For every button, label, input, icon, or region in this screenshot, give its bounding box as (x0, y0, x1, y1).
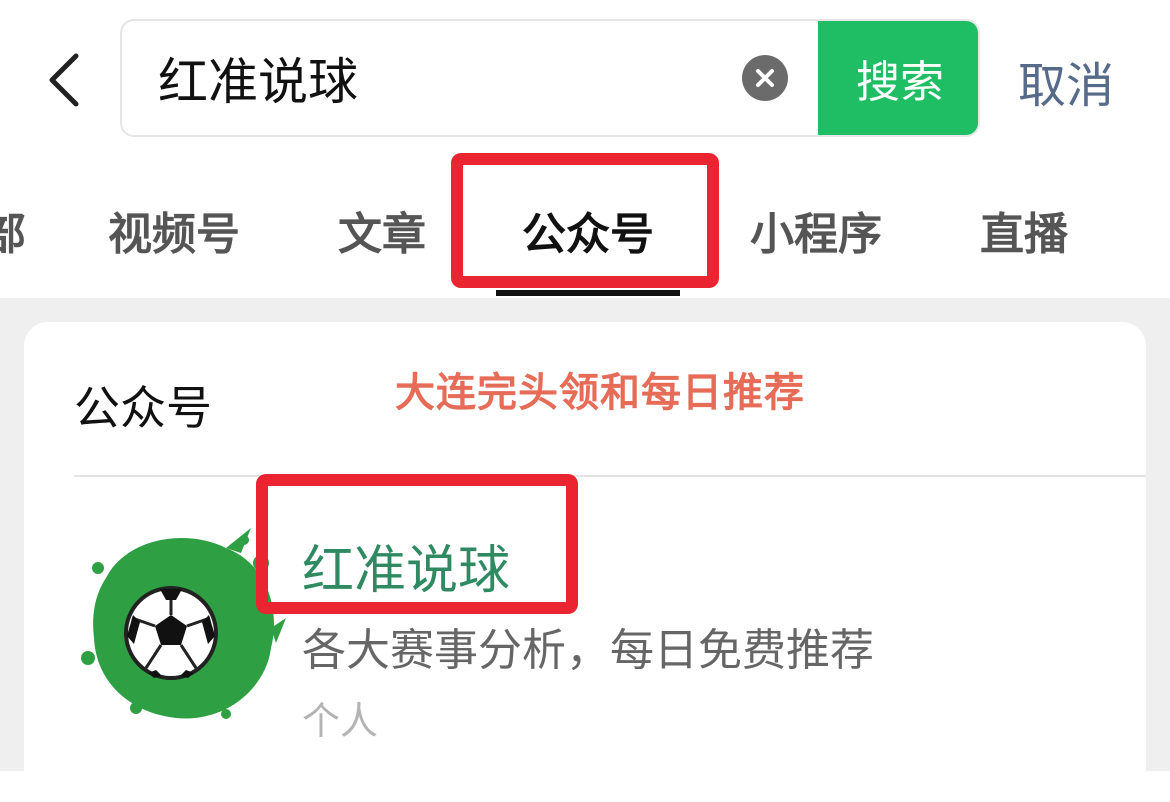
back-arrow-icon[interactable] (40, 50, 90, 110)
highlight-box-name (256, 474, 578, 614)
search-box: 搜索 (120, 19, 980, 137)
tab-all[interactable]: 部 (0, 198, 26, 262)
tab-articles[interactable]: 文章 (338, 198, 426, 262)
active-tab-indicator (496, 290, 680, 296)
clear-icon[interactable] (742, 55, 788, 101)
highlight-box-tab (451, 153, 719, 288)
tab-channels[interactable]: 视频号 (108, 198, 240, 262)
soccer-ball-avatar-icon[interactable] (76, 518, 286, 728)
tab-live[interactable]: 直播 (980, 198, 1068, 262)
watermark-text: 大连完头领和每日推荐 (395, 370, 805, 416)
result-account-description: 各大赛事分析，每日免费推荐 (302, 625, 874, 676)
tab-mini-programs[interactable]: 小程序 (750, 198, 882, 262)
search-input[interactable] (158, 21, 718, 135)
result-account-type: 个人 (302, 699, 379, 743)
cancel-button[interactable]: 取消 (1018, 46, 1114, 116)
search-button[interactable]: 搜索 (818, 21, 978, 135)
divider (74, 475, 1146, 477)
section-title: 公众号 (74, 381, 212, 435)
